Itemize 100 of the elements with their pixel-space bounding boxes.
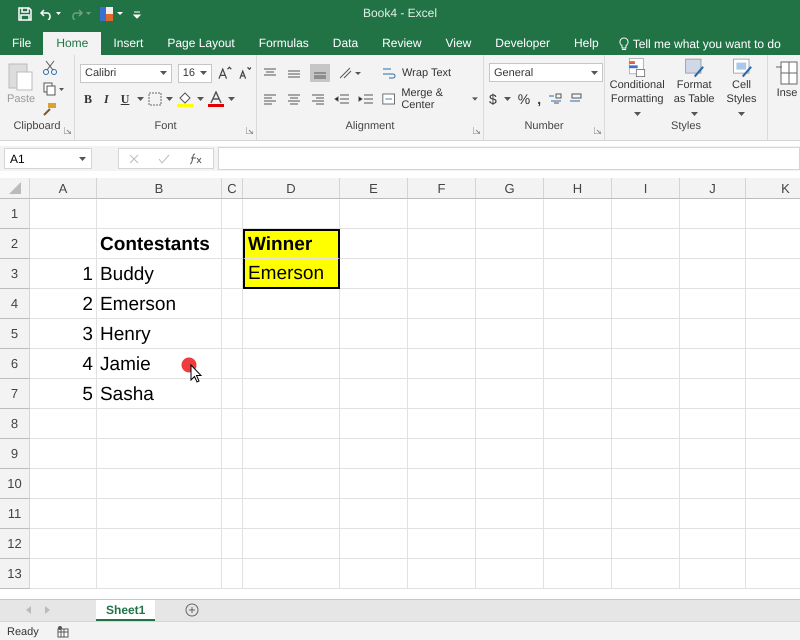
row-header[interactable]: 7 xyxy=(0,379,30,409)
format-as-table-button[interactable]: Format as Table xyxy=(669,57,720,120)
cell-styles-button[interactable]: Cell Styles xyxy=(721,57,762,120)
column-header[interactable]: G xyxy=(476,178,544,199)
row-header[interactable]: 6 xyxy=(0,349,30,379)
table-cell xyxy=(476,469,544,499)
tell-me-field[interactable]: Tell me what you want to do xyxy=(632,36,781,50)
row-header[interactable]: 13 xyxy=(0,559,30,589)
row-header[interactable]: 4 xyxy=(0,289,30,319)
ribbon-tab[interactable]: Insert xyxy=(101,32,156,55)
wrap-text-button[interactable]: Wrap Text xyxy=(402,67,452,79)
table-cell xyxy=(544,319,612,349)
font-name-field[interactable]: Calibri xyxy=(80,64,172,82)
caret-icon[interactable] xyxy=(166,97,174,101)
ribbon-tab[interactable]: Formulas xyxy=(246,32,321,55)
table-cell xyxy=(680,229,746,259)
add-sheet-icon[interactable] xyxy=(185,603,200,617)
align-icon[interactable] xyxy=(262,93,278,105)
table-cell xyxy=(476,499,544,529)
currency-button[interactable]: $ xyxy=(489,91,497,107)
shrink-font-icon[interactable] xyxy=(238,66,251,80)
row-header[interactable]: 3 xyxy=(0,259,30,289)
underline-button[interactable]: U xyxy=(116,92,134,106)
form-icon[interactable] xyxy=(100,7,124,21)
row-header[interactable]: 11 xyxy=(0,499,30,529)
caret-icon[interactable] xyxy=(79,156,86,160)
align-icon[interactable] xyxy=(310,93,326,105)
dialog-launcher-icon[interactable] xyxy=(64,127,71,134)
align-icon[interactable] xyxy=(334,93,350,105)
ribbon-tab[interactable]: Review xyxy=(370,32,434,55)
bold-button[interactable]: B xyxy=(80,92,96,106)
increase-decimal-icon[interactable] xyxy=(548,92,562,106)
merge-center-button[interactable]: Merge & Center xyxy=(401,87,466,111)
column-header[interactable]: B xyxy=(97,178,222,199)
column-header[interactable]: A xyxy=(30,178,97,199)
row-header[interactable]: 1 xyxy=(0,199,30,229)
dialog-launcher-icon[interactable] xyxy=(473,127,480,134)
ribbon-tab[interactable]: File xyxy=(0,32,44,55)
row-header[interactable]: 5 xyxy=(0,319,30,349)
customize-icon[interactable] xyxy=(132,9,142,19)
caret-icon[interactable] xyxy=(634,112,641,116)
conditional-formatting-button[interactable]: Conditional Formatting xyxy=(607,57,668,120)
column-header[interactable]: J xyxy=(680,178,746,199)
column-header[interactable]: F xyxy=(408,178,476,199)
percent-button[interactable]: % xyxy=(518,91,530,107)
cut-icon[interactable] xyxy=(43,60,58,76)
align-icon[interactable] xyxy=(358,93,374,105)
caret-icon[interactable] xyxy=(228,97,236,101)
ribbon-tab[interactable]: Home xyxy=(43,32,102,55)
undo-icon[interactable] xyxy=(40,8,62,20)
row-header[interactable]: 8 xyxy=(0,409,30,439)
table-cell xyxy=(30,559,97,589)
copy-icon[interactable] xyxy=(43,82,66,96)
column-header[interactable]: H xyxy=(544,178,612,199)
row-header[interactable]: 12 xyxy=(0,529,30,559)
caret-icon[interactable] xyxy=(197,97,204,101)
insert-button[interactable]: Inse xyxy=(773,60,800,100)
ribbon-tab[interactable]: Help xyxy=(562,32,611,55)
caret-icon[interactable] xyxy=(504,97,511,101)
caret-icon[interactable] xyxy=(160,71,167,75)
lightbulb-icon xyxy=(618,36,629,50)
orientation-icon[interactable] xyxy=(338,66,362,80)
table-cell xyxy=(476,199,544,229)
row-header[interactable]: 10 xyxy=(0,469,30,499)
italic-button[interactable]: I xyxy=(100,92,113,106)
dialog-launcher-icon[interactable] xyxy=(246,127,253,134)
table-cell xyxy=(408,409,476,439)
ribbon-tab[interactable]: Developer xyxy=(483,32,562,55)
borders-icon[interactable] xyxy=(148,92,162,106)
ribbon-tab[interactable]: View xyxy=(434,32,484,55)
caret-icon[interactable] xyxy=(472,97,478,101)
column-header[interactable]: D xyxy=(243,178,340,199)
font-color-icon[interactable] xyxy=(208,91,224,107)
table-cell xyxy=(408,559,476,589)
caret-icon[interactable] xyxy=(591,70,598,74)
number-format-field[interactable]: General xyxy=(489,63,603,82)
comma-button[interactable]: , xyxy=(537,91,542,107)
save-icon[interactable] xyxy=(18,7,32,21)
row-header[interactable]: 9 xyxy=(0,439,30,469)
column-header[interactable]: C xyxy=(222,178,243,199)
column-header[interactable]: I xyxy=(612,178,680,199)
format-painter-icon[interactable] xyxy=(43,102,58,116)
ribbon-tab[interactable]: Data xyxy=(320,32,370,55)
fill-color-icon[interactable] xyxy=(177,91,194,107)
font-size-field[interactable]: 16 xyxy=(178,64,212,82)
insert-function-icon[interactable] xyxy=(189,152,204,164)
name-box[interactable]: A1 xyxy=(4,148,92,169)
caret-icon[interactable] xyxy=(200,71,208,75)
dialog-launcher-icon[interactable] xyxy=(594,127,601,134)
macro-recording-icon[interactable] xyxy=(56,626,69,638)
caret-icon[interactable] xyxy=(690,112,698,116)
caret-icon[interactable] xyxy=(738,112,746,116)
column-header[interactable]: K xyxy=(746,178,800,199)
sheet-tab[interactable]: Sheet1 xyxy=(96,600,156,621)
grow-font-icon[interactable] xyxy=(218,66,232,80)
align-icon[interactable] xyxy=(286,93,302,105)
column-header[interactable]: E xyxy=(340,178,408,199)
caret-icon[interactable] xyxy=(137,97,144,101)
row-header[interactable]: 2 xyxy=(0,229,30,259)
ribbon-tab[interactable]: Page Layout xyxy=(155,32,247,55)
